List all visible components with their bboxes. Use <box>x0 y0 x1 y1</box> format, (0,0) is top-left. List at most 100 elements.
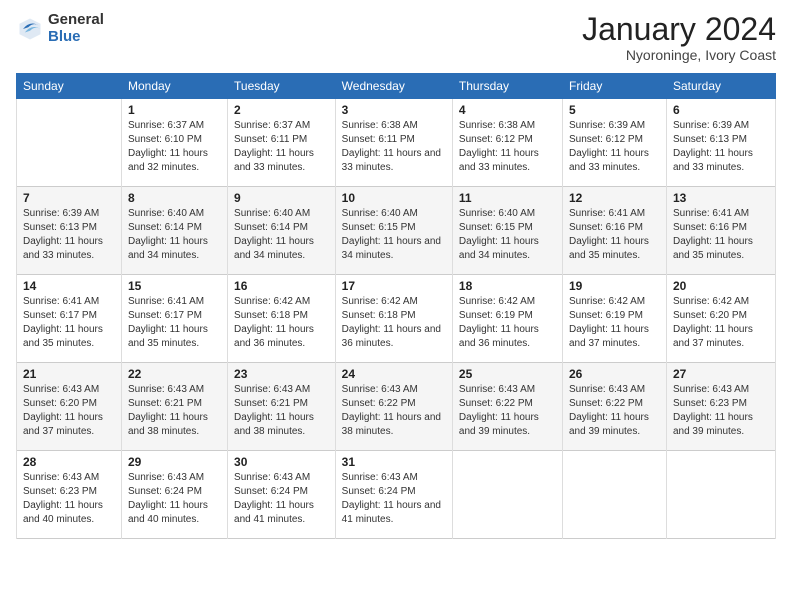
day-number: 6 <box>673 103 769 117</box>
col-thursday: Thursday <box>452 74 562 99</box>
calendar-cell: 17 Sunrise: 6:42 AMSunset: 6:18 PMDaylig… <box>335 275 452 363</box>
day-info: Sunrise: 6:43 AMSunset: 6:20 PMDaylight:… <box>23 383 115 439</box>
day-info: Sunrise: 6:43 AMSunset: 6:22 PMDaylight:… <box>342 383 446 439</box>
day-number: 22 <box>128 367 221 381</box>
day-number: 15 <box>128 279 221 293</box>
header: General Blue January 2024 Nyoroninge, Iv… <box>16 12 776 63</box>
day-info: Sunrise: 6:41 AMSunset: 6:16 PMDaylight:… <box>569 207 660 263</box>
calendar-cell: 9 Sunrise: 6:40 AMSunset: 6:14 PMDayligh… <box>228 187 336 275</box>
col-tuesday: Tuesday <box>228 74 336 99</box>
calendar-cell: 3 Sunrise: 6:38 AMSunset: 6:11 PMDayligh… <box>335 99 452 187</box>
calendar-cell: 28 Sunrise: 6:43 AMSunset: 6:23 PMDaylig… <box>17 451 122 539</box>
day-number: 24 <box>342 367 446 381</box>
location-subtitle: Nyoroninge, Ivory Coast <box>582 47 776 63</box>
day-number: 26 <box>569 367 660 381</box>
day-number: 30 <box>234 455 329 469</box>
day-info: Sunrise: 6:43 AMSunset: 6:24 PMDaylight:… <box>234 471 329 527</box>
calendar-cell <box>17 99 122 187</box>
logo-general-text: General <box>48 12 104 29</box>
calendar-cell: 6 Sunrise: 6:39 AMSunset: 6:13 PMDayligh… <box>666 99 775 187</box>
calendar-cell: 16 Sunrise: 6:42 AMSunset: 6:18 PMDaylig… <box>228 275 336 363</box>
calendar-table: Sunday Monday Tuesday Wednesday Thursday… <box>16 73 776 539</box>
day-number: 5 <box>569 103 660 117</box>
calendar-cell: 10 Sunrise: 6:40 AMSunset: 6:15 PMDaylig… <box>335 187 452 275</box>
day-number: 16 <box>234 279 329 293</box>
calendar-cell: 19 Sunrise: 6:42 AMSunset: 6:19 PMDaylig… <box>562 275 666 363</box>
day-number: 25 <box>459 367 556 381</box>
calendar-cell: 26 Sunrise: 6:43 AMSunset: 6:22 PMDaylig… <box>562 363 666 451</box>
logo-icon <box>16 15 44 43</box>
day-info: Sunrise: 6:39 AMSunset: 6:13 PMDaylight:… <box>23 207 115 263</box>
calendar-cell: 14 Sunrise: 6:41 AMSunset: 6:17 PMDaylig… <box>17 275 122 363</box>
day-info: Sunrise: 6:41 AMSunset: 6:17 PMDaylight:… <box>128 295 221 351</box>
day-number: 4 <box>459 103 556 117</box>
calendar-cell: 24 Sunrise: 6:43 AMSunset: 6:22 PMDaylig… <box>335 363 452 451</box>
col-wednesday: Wednesday <box>335 74 452 99</box>
calendar-cell: 11 Sunrise: 6:40 AMSunset: 6:15 PMDaylig… <box>452 187 562 275</box>
day-number: 27 <box>673 367 769 381</box>
day-info: Sunrise: 6:43 AMSunset: 6:22 PMDaylight:… <box>569 383 660 439</box>
day-number: 8 <box>128 191 221 205</box>
day-number: 12 <box>569 191 660 205</box>
day-info: Sunrise: 6:40 AMSunset: 6:14 PMDaylight:… <box>234 207 329 263</box>
day-number: 31 <box>342 455 446 469</box>
col-saturday: Saturday <box>666 74 775 99</box>
logo-blue-text: Blue <box>48 29 104 46</box>
week-row-1: 7 Sunrise: 6:39 AMSunset: 6:13 PMDayligh… <box>17 187 776 275</box>
title-section: January 2024 Nyoroninge, Ivory Coast <box>582 12 776 63</box>
day-number: 3 <box>342 103 446 117</box>
calendar-cell: 21 Sunrise: 6:43 AMSunset: 6:20 PMDaylig… <box>17 363 122 451</box>
day-number: 11 <box>459 191 556 205</box>
day-info: Sunrise: 6:43 AMSunset: 6:22 PMDaylight:… <box>459 383 556 439</box>
day-number: 10 <box>342 191 446 205</box>
week-row-0: 1 Sunrise: 6:37 AMSunset: 6:10 PMDayligh… <box>17 99 776 187</box>
day-number: 23 <box>234 367 329 381</box>
day-number: 29 <box>128 455 221 469</box>
day-info: Sunrise: 6:39 AMSunset: 6:12 PMDaylight:… <box>569 119 660 175</box>
day-info: Sunrise: 6:38 AMSunset: 6:12 PMDaylight:… <box>459 119 556 175</box>
calendar-cell <box>562 451 666 539</box>
col-sunday: Sunday <box>17 74 122 99</box>
calendar-cell: 30 Sunrise: 6:43 AMSunset: 6:24 PMDaylig… <box>228 451 336 539</box>
calendar-cell <box>666 451 775 539</box>
day-info: Sunrise: 6:40 AMSunset: 6:15 PMDaylight:… <box>342 207 446 263</box>
day-info: Sunrise: 6:43 AMSunset: 6:23 PMDaylight:… <box>673 383 769 439</box>
day-number: 7 <box>23 191 115 205</box>
day-number: 28 <box>23 455 115 469</box>
week-row-3: 21 Sunrise: 6:43 AMSunset: 6:20 PMDaylig… <box>17 363 776 451</box>
day-info: Sunrise: 6:37 AMSunset: 6:10 PMDaylight:… <box>128 119 221 175</box>
calendar-cell <box>452 451 562 539</box>
calendar-cell: 23 Sunrise: 6:43 AMSunset: 6:21 PMDaylig… <box>228 363 336 451</box>
main-container: General Blue January 2024 Nyoroninge, Iv… <box>0 0 792 547</box>
day-number: 20 <box>673 279 769 293</box>
day-number: 2 <box>234 103 329 117</box>
col-monday: Monday <box>121 74 227 99</box>
day-info: Sunrise: 6:42 AMSunset: 6:19 PMDaylight:… <box>569 295 660 351</box>
week-row-2: 14 Sunrise: 6:41 AMSunset: 6:17 PMDaylig… <box>17 275 776 363</box>
calendar-cell: 22 Sunrise: 6:43 AMSunset: 6:21 PMDaylig… <box>121 363 227 451</box>
day-info: Sunrise: 6:40 AMSunset: 6:15 PMDaylight:… <box>459 207 556 263</box>
day-number: 9 <box>234 191 329 205</box>
header-row: Sunday Monday Tuesday Wednesday Thursday… <box>17 74 776 99</box>
calendar-cell: 4 Sunrise: 6:38 AMSunset: 6:12 PMDayligh… <box>452 99 562 187</box>
calendar-cell: 20 Sunrise: 6:42 AMSunset: 6:20 PMDaylig… <box>666 275 775 363</box>
day-info: Sunrise: 6:43 AMSunset: 6:24 PMDaylight:… <box>342 471 446 527</box>
calendar-cell: 8 Sunrise: 6:40 AMSunset: 6:14 PMDayligh… <box>121 187 227 275</box>
calendar-cell: 13 Sunrise: 6:41 AMSunset: 6:16 PMDaylig… <box>666 187 775 275</box>
logo: General Blue <box>16 12 104 45</box>
day-info: Sunrise: 6:42 AMSunset: 6:18 PMDaylight:… <box>342 295 446 351</box>
day-info: Sunrise: 6:43 AMSunset: 6:23 PMDaylight:… <box>23 471 115 527</box>
day-info: Sunrise: 6:39 AMSunset: 6:13 PMDaylight:… <box>673 119 769 175</box>
month-title: January 2024 <box>582 12 776 47</box>
calendar-cell: 25 Sunrise: 6:43 AMSunset: 6:22 PMDaylig… <box>452 363 562 451</box>
calendar-cell: 2 Sunrise: 6:37 AMSunset: 6:11 PMDayligh… <box>228 99 336 187</box>
day-number: 18 <box>459 279 556 293</box>
logo-text: General Blue <box>48 12 104 45</box>
day-info: Sunrise: 6:42 AMSunset: 6:19 PMDaylight:… <box>459 295 556 351</box>
day-info: Sunrise: 6:42 AMSunset: 6:18 PMDaylight:… <box>234 295 329 351</box>
day-info: Sunrise: 6:43 AMSunset: 6:24 PMDaylight:… <box>128 471 221 527</box>
calendar-cell: 7 Sunrise: 6:39 AMSunset: 6:13 PMDayligh… <box>17 187 122 275</box>
day-number: 19 <box>569 279 660 293</box>
day-info: Sunrise: 6:42 AMSunset: 6:20 PMDaylight:… <box>673 295 769 351</box>
calendar-cell: 27 Sunrise: 6:43 AMSunset: 6:23 PMDaylig… <box>666 363 775 451</box>
